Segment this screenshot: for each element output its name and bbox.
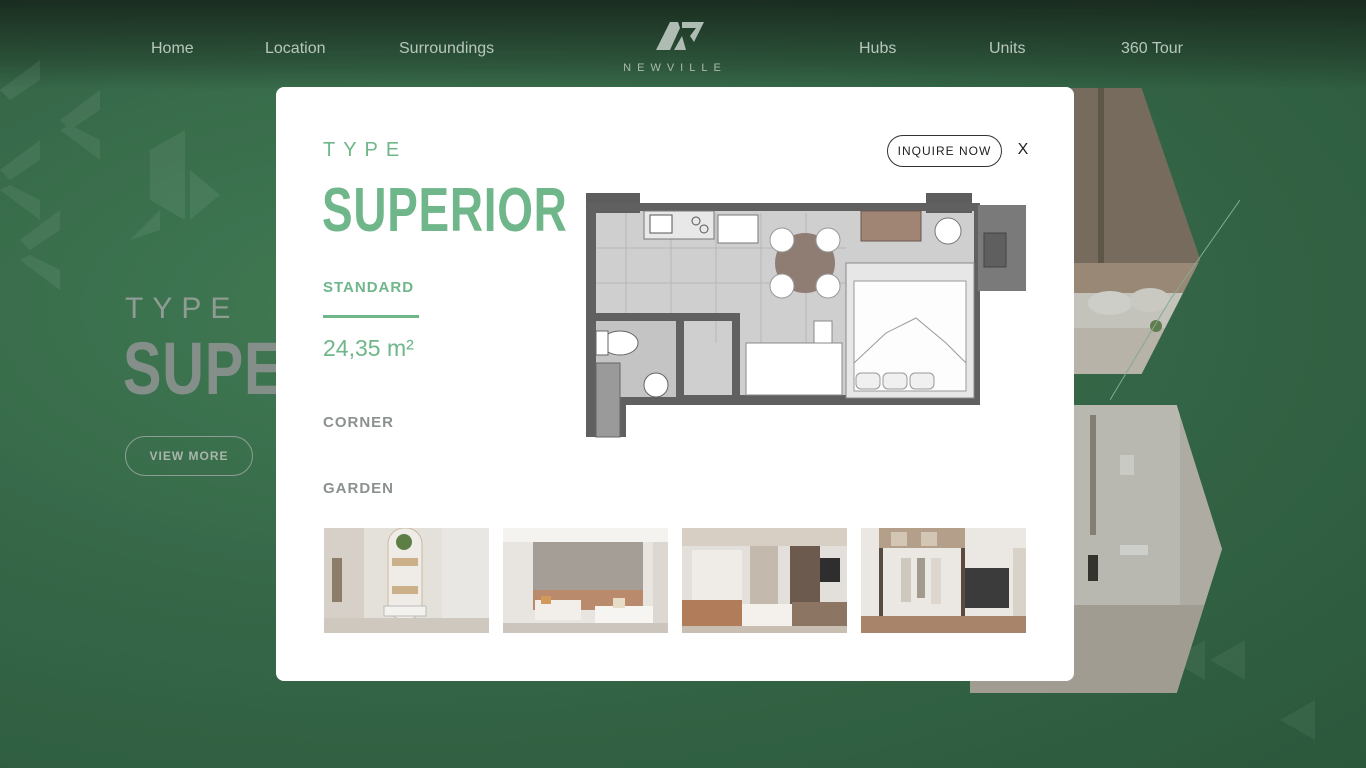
unit-area: 24,35 m²: [323, 335, 414, 361]
wardrobe-photo: [861, 528, 1026, 633]
bedroom-photo: [503, 528, 668, 633]
thumbnail-wardrobe[interactable]: [861, 528, 1026, 633]
floor-plan-image: [586, 193, 1026, 438]
thumbnail-bedroom[interactable]: [503, 528, 668, 633]
tab-corner[interactable]: CORNER: [323, 414, 394, 431]
tab-active-underline: [323, 315, 419, 318]
thumbnail-bathroom[interactable]: [324, 528, 489, 633]
modal-title: SUPERIOR: [322, 176, 568, 245]
modal-type-label: TYPE: [323, 139, 408, 161]
tab-standard[interactable]: STANDARD: [323, 279, 414, 296]
unit-type-modal: TYPE SUPERIOR STANDARD 24,35 m² CORNER G…: [276, 87, 1074, 681]
tab-garden[interactable]: GARDEN: [323, 480, 394, 497]
bathroom-photo: [324, 528, 489, 633]
inquire-now-button[interactable]: INQUIRE NOW: [887, 135, 1002, 167]
thumbnail-living-room[interactable]: [682, 528, 847, 633]
close-icon[interactable]: X: [1016, 139, 1030, 161]
living-room-photo: [682, 528, 847, 633]
